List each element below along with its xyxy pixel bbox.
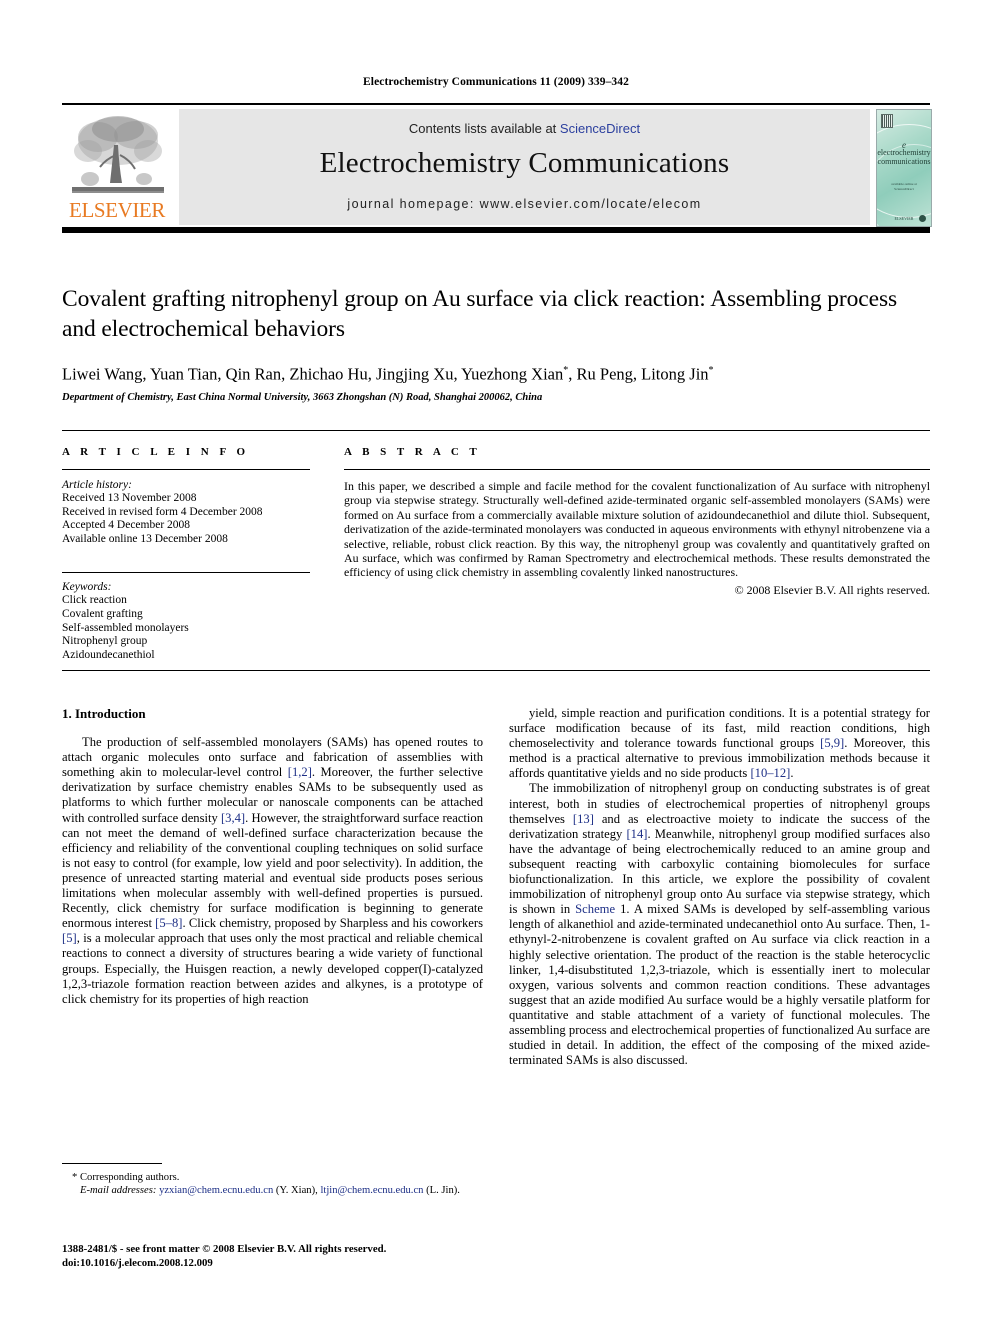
sciencedirect-link[interactable]: ScienceDirect <box>560 121 640 136</box>
keywords-title: Keywords: <box>62 581 112 594</box>
elsevier-tree-icon <box>72 116 164 193</box>
doi-line[interactable]: doi:10.1016/j.elecom.2008.12.009 <box>62 1257 562 1271</box>
journal-cover-thumbnail: e electrochemistry communications availa… <box>876 109 932 227</box>
author-list: Liwei Wang, Yuan Tian, Qin Ran, Zhichao … <box>62 364 714 384</box>
keywords-rule <box>62 572 310 574</box>
corresponding-author-note: * Corresponding authors. <box>62 1172 483 1185</box>
body-column-left: 1. Introduction The production of self-a… <box>62 706 483 1007</box>
corresponding-text: Corresponding authors. <box>79 1172 180 1183</box>
contents-prefix-text: Contents lists available at <box>408 121 560 136</box>
body-paragraph: yield, simple reaction and purification … <box>509 706 930 781</box>
cover-mid-note: available online at ScienceDirect <box>891 182 917 191</box>
email-owner-2: (L. Jin). <box>426 1184 460 1196</box>
cover-title-line-2: communications <box>877 157 931 166</box>
email-link-1[interactable]: yzxian@chem.ecnu.edu.cn <box>159 1185 273 1196</box>
keyword-item: Click reaction <box>62 594 127 607</box>
journal-title: Electrochemistry Communications <box>319 147 730 179</box>
journal-masthead: ELSEVIER Contents lists available at Sci… <box>62 103 932 233</box>
title-block: Covalent grafting nitrophenyl group on A… <box>62 284 930 403</box>
body-paragraph: The production of self-assembled monolay… <box>62 735 483 1006</box>
imprint-block: 1388-2481/$ - see front matter © 2008 El… <box>62 1243 562 1270</box>
elsevier-logo: ELSEVIER <box>62 109 172 225</box>
keywords-block: Keywords: Click reaction Covalent grafti… <box>62 572 310 662</box>
article-info-column: A R T I C L E I N F O Article history: R… <box>62 446 310 662</box>
info-abstract-bottom-rule <box>62 670 930 671</box>
abstract-column: A B S T R A C T In this paper, we descri… <box>344 446 930 598</box>
abstract-text: In this paper, we described a simple and… <box>344 479 930 580</box>
contents-available-line: Contents lists available at ScienceDirec… <box>179 121 870 136</box>
masthead-top-rule <box>62 103 930 105</box>
email-addresses-note: E-mail addresses: yzxian@chem.ecnu.edu.c… <box>62 1185 483 1198</box>
article-history-item: Received 13 November 2008 <box>62 492 197 504</box>
email-link-2[interactable]: ltjin@chem.ecnu.edu.cn <box>320 1185 423 1196</box>
page-title: Covalent grafting nitrophenyl group on A… <box>62 286 898 342</box>
journal-band: Contents lists available at ScienceDirec… <box>179 109 870 225</box>
article-history-item: Available online 13 December 2008 <box>62 532 228 545</box>
keyword-item: Nitrophenyl group <box>62 635 148 648</box>
running-head: Electrochemistry Communications 11 (2009… <box>363 76 629 88</box>
elsevier-wordmark: ELSEVIER <box>69 198 165 222</box>
keyword-item: Covalent grafting <box>62 607 143 620</box>
paper-page: Electrochemistry Communications 11 (2009… <box>0 0 992 1323</box>
article-info-heading: A R T I C L E I N F O <box>62 446 250 458</box>
article-history-title: Article history: <box>62 479 132 491</box>
cover-logo-dot-icon <box>919 215 926 222</box>
corresponding-marker: * <box>72 1172 78 1183</box>
abstract-heading: A B S T R A C T <box>344 446 481 458</box>
keyword-item: Self-assembled monolayers <box>62 621 189 634</box>
masthead-bottom-rule <box>62 227 930 233</box>
email-label: E-mail addresses: <box>80 1184 157 1196</box>
abstract-rule <box>344 469 930 470</box>
footnote-block: * Corresponding authors. E-mail addresse… <box>62 1163 483 1197</box>
affiliation: Department of Chemistry, East China Norm… <box>62 391 543 403</box>
journal-homepage-line[interactable]: journal homepage: www.elsevier.com/locat… <box>179 197 870 211</box>
article-info-rule <box>62 469 310 470</box>
issn-line: 1388-2481/$ - see front matter © 2008 El… <box>62 1243 387 1255</box>
body-paragraph: The immobilization of nitrophenyl group … <box>509 781 930 1068</box>
footnote-rule <box>62 1163 162 1164</box>
section-heading-introduction: 1. Introduction <box>62 706 146 721</box>
keyword-item: Azidoundecanethiol <box>62 648 155 661</box>
cover-title-line-1: electrochemistry <box>877 148 931 157</box>
info-abstract-top-rule <box>62 430 930 431</box>
cover-elsevier-mini-icon <box>881 114 893 128</box>
body-column-right: yield, simple reaction and purification … <box>509 706 930 1068</box>
article-history-item: Accepted 4 December 2008 <box>62 519 191 532</box>
article-history-item: Received in revised form 4 December 2008 <box>62 505 263 518</box>
email-owner-1: (Y. Xian), <box>275 1184 318 1196</box>
abstract-copyright: © 2008 Elsevier B.V. All rights reserved… <box>734 582 930 597</box>
